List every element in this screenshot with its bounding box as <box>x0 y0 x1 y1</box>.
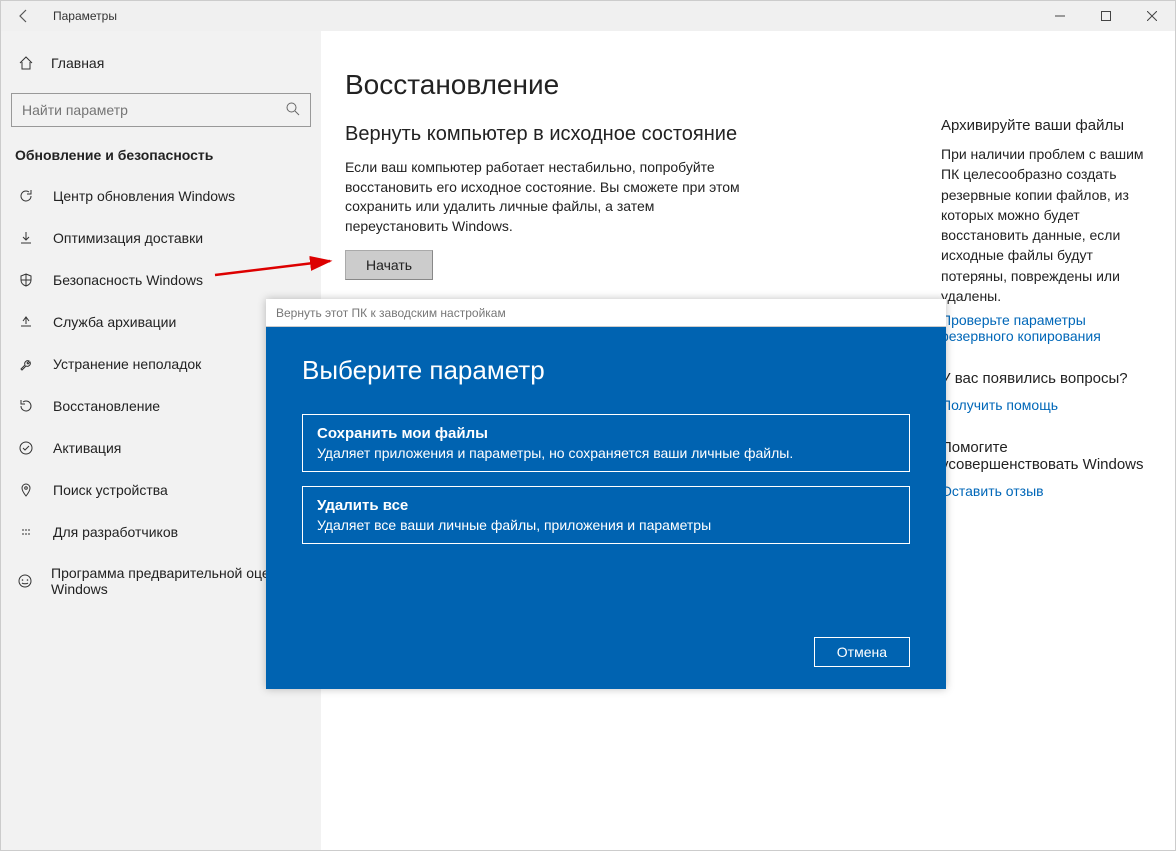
sidebar-item-label: Оптимизация доставки <box>53 230 203 246</box>
aside-help-title: У вас появились вопросы? <box>941 370 1145 387</box>
reset-section-title: Вернуть компьютер в исходное состояние <box>345 123 905 146</box>
window-title: Параметры <box>41 9 117 23</box>
option-text: Удаляет все ваши личные файлы, приложени… <box>317 517 895 533</box>
developer-icon <box>17 523 35 541</box>
home-icon <box>17 55 35 71</box>
aside-backup-link[interactable]: Проверьте параметры резервного копирован… <box>941 312 1145 344</box>
shield-icon <box>17 271 35 289</box>
activation-icon <box>17 439 35 457</box>
search-icon <box>285 101 301 117</box>
reset-dialog: Вернуть этот ПК к заводским настройкам В… <box>266 299 946 689</box>
aside-feedback-title: Помогите усовершенствовать Windows <box>941 439 1145 473</box>
search-input[interactable] <box>11 93 311 127</box>
minimize-button[interactable] <box>1037 1 1083 31</box>
aside-backup-text: При наличии проблем с вашим ПК целесообр… <box>941 144 1145 306</box>
sync-icon <box>17 187 35 205</box>
sidebar-home-label: Главная <box>51 55 104 71</box>
sidebar-item-label: Восстановление <box>53 398 160 414</box>
back-button[interactable] <box>7 8 41 24</box>
sidebar-item-label: Безопасность Windows <box>53 272 203 288</box>
sidebar-item-windows-security[interactable]: Безопасность Windows <box>1 259 321 301</box>
option-text: Удаляет приложения и параметры, но сохра… <box>317 445 895 461</box>
start-reset-button[interactable]: Начать <box>345 250 433 280</box>
aside-backup-title: Архивируйте ваши файлы <box>941 117 1145 134</box>
dialog-header: Вернуть этот ПК к заводским настройкам <box>266 299 946 327</box>
sidebar-category: Обновление и безопасность <box>1 141 321 175</box>
sidebar-item-label: Центр обновления Windows <box>53 188 235 204</box>
dialog-body: Выберите параметр Сохранить мои файлы Уд… <box>266 327 946 689</box>
option-keep-files[interactable]: Сохранить мои файлы Удаляет приложения и… <box>302 414 910 472</box>
aside-column: Архивируйте ваши файлы При наличии пробл… <box>941 69 1145 830</box>
dialog-cancel-button[interactable]: Отмена <box>814 637 910 667</box>
download-icon <box>17 229 35 247</box>
troubleshoot-icon <box>17 355 35 373</box>
search-wrap <box>11 93 311 127</box>
maximize-button[interactable] <box>1083 1 1129 31</box>
sidebar-item-windows-update[interactable]: Центр обновления Windows <box>1 175 321 217</box>
sidebar-item-label: Служба архивации <box>53 314 176 330</box>
titlebar: Параметры <box>1 1 1175 31</box>
recovery-icon <box>17 397 35 415</box>
sidebar-item-label: Поиск устройства <box>53 482 168 498</box>
insider-icon <box>17 572 33 590</box>
find-device-icon <box>17 481 35 499</box>
reset-section-text: Если ваш компьютер работает нестабильно,… <box>345 158 755 236</box>
option-title: Сохранить мои файлы <box>317 425 895 442</box>
sidebar-item-label: Активация <box>53 440 121 456</box>
sidebar-home[interactable]: Главная <box>1 47 321 79</box>
sidebar-item-label: Для разработчиков <box>53 524 178 540</box>
window-controls <box>1037 1 1175 31</box>
close-button[interactable] <box>1129 1 1175 31</box>
page-title: Восстановление <box>345 69 905 101</box>
option-title: Удалить все <box>317 497 895 514</box>
sidebar-item-label: Устранение неполадок <box>53 356 201 372</box>
aside-help-link[interactable]: Получить помощь <box>941 397 1145 413</box>
sidebar-item-delivery-optimization[interactable]: Оптимизация доставки <box>1 217 321 259</box>
aside-feedback-link[interactable]: Оставить отзыв <box>941 483 1145 499</box>
dialog-title: Выберите параметр <box>302 355 910 386</box>
backup-icon <box>17 313 35 331</box>
option-remove-all[interactable]: Удалить все Удаляет все ваши личные файл… <box>302 486 910 544</box>
